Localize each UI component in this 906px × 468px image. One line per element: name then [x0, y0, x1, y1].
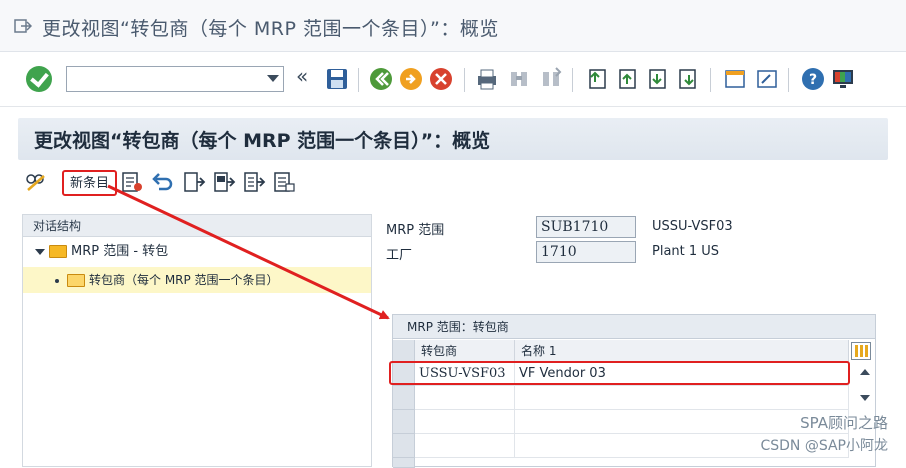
scroll-down-icon[interactable]: [860, 395, 870, 401]
command-field[interactable]: [66, 66, 284, 92]
find-next-icon[interactable]: [538, 66, 564, 92]
copy-as-icon[interactable]: [120, 170, 144, 194]
window-title: 更改视图“转包商（每个 MRP 范围一个条目）”：概览: [42, 18, 499, 40]
watermark-line1: SPA顾问之路: [800, 414, 888, 432]
plant-field[interactable]: 1710: [536, 241, 636, 263]
tree-node-subcontractor[interactable]: 转包商（每个 MRP 范围一个条目）: [23, 267, 371, 293]
tree-node-mrp-area-subcontracting[interactable]: MRP 范围 - 转包: [35, 243, 168, 261]
expand-triangle-icon[interactable]: [35, 248, 45, 255]
toolbar-separator: [358, 68, 359, 92]
cancel-icon[interactable]: [428, 66, 454, 92]
mrp-area-field[interactable]: SUB1710: [536, 216, 636, 238]
select-block-icon[interactable]: [212, 170, 236, 194]
next-page-icon[interactable]: [644, 66, 670, 92]
toolbar-separator: [572, 68, 573, 92]
back-icon[interactable]: [368, 66, 394, 92]
folder-icon: [49, 245, 67, 258]
select-all-icon[interactable]: [182, 170, 206, 194]
dialog-structure-header: 对话结构: [23, 215, 371, 237]
help-icon[interactable]: ?: [800, 66, 826, 92]
shortcut-icon[interactable]: [754, 66, 780, 92]
customize-layout-icon[interactable]: [830, 66, 856, 92]
dialog-structure-panel: 对话结构 MRP 范围 - 转包 转包商（每个 MRP 范围一个条目）: [22, 214, 372, 467]
row-selector[interactable]: [393, 410, 415, 434]
column-header-name[interactable]: 名称 1: [515, 340, 849, 362]
row-selector[interactable]: [393, 434, 415, 458]
exit-icon[interactable]: [14, 18, 32, 34]
title-bar: 更改视图“转包商（每个 MRP 范围一个条目）”：概览: [0, 0, 906, 52]
table-cell-vendor[interactable]: [415, 386, 515, 410]
scroll-up-icon[interactable]: [860, 369, 870, 375]
page-title: 更改视图“转包商（每个 MRP 范围一个条目）”：概览: [34, 130, 491, 152]
toolbar-separator: [464, 68, 465, 92]
column-settings-icon[interactable]: [851, 342, 871, 360]
toolbar-separator: [710, 68, 711, 92]
column-header-vendor[interactable]: 转包商: [415, 340, 515, 362]
new-entries-button[interactable]: 新条目: [62, 170, 118, 196]
first-page-icon[interactable]: [584, 66, 610, 92]
find-icon[interactable]: [506, 66, 532, 92]
plant-label: 工厂: [386, 248, 413, 263]
last-page-icon[interactable]: [674, 66, 700, 92]
table-cell-vendor[interactable]: [415, 410, 515, 434]
exit-icon[interactable]: [398, 66, 424, 92]
highlight-box: [389, 361, 850, 385]
mrp-area-label: MRP 范围: [386, 223, 445, 238]
chevron-down-icon[interactable]: [267, 75, 279, 82]
screen-header: 更改视图“转包商（每个 MRP 范围一个条目）”：概览: [18, 118, 888, 160]
table-title: MRP 范围：转包商: [393, 315, 875, 339]
open-folder-icon: [67, 274, 85, 287]
double-chevron-left-icon[interactable]: «: [296, 64, 308, 88]
toolbar-separator: [788, 68, 789, 92]
deselect-all-icon[interactable]: [242, 170, 266, 194]
save-icon[interactable]: [324, 66, 350, 92]
mrp-area-description: USSU-VSF03: [652, 219, 733, 234]
previous-page-icon[interactable]: [614, 66, 640, 92]
select-all-rows-button[interactable]: [393, 340, 415, 362]
application-toolbar: 新条目: [18, 164, 888, 204]
create-session-icon[interactable]: [722, 66, 748, 92]
svg-text:?: ?: [809, 72, 817, 88]
print-icon[interactable]: [474, 66, 500, 92]
table-cell-name[interactable]: [515, 386, 849, 410]
print-field-list-icon[interactable]: [272, 170, 296, 194]
standard-toolbar: « ?: [0, 52, 906, 107]
display-change-icon[interactable]: [24, 170, 48, 194]
table-cell-vendor[interactable]: [415, 434, 515, 458]
plant-description: Plant 1 US: [652, 244, 720, 259]
undo-change-icon[interactable]: [150, 170, 174, 194]
bullet-icon: [55, 278, 59, 283]
watermark: SPA顾问之路 CSDN @SAP小阿龙: [760, 412, 888, 455]
enter-icon[interactable]: [26, 66, 52, 92]
tree-node-label: MRP 范围 - 转包: [71, 244, 169, 259]
watermark-line2: CSDN @SAP小阿龙: [760, 438, 888, 454]
tree-node-label: 转包商（每个 MRP 范围一个条目）: [89, 273, 279, 287]
row-selector[interactable]: [393, 386, 415, 410]
